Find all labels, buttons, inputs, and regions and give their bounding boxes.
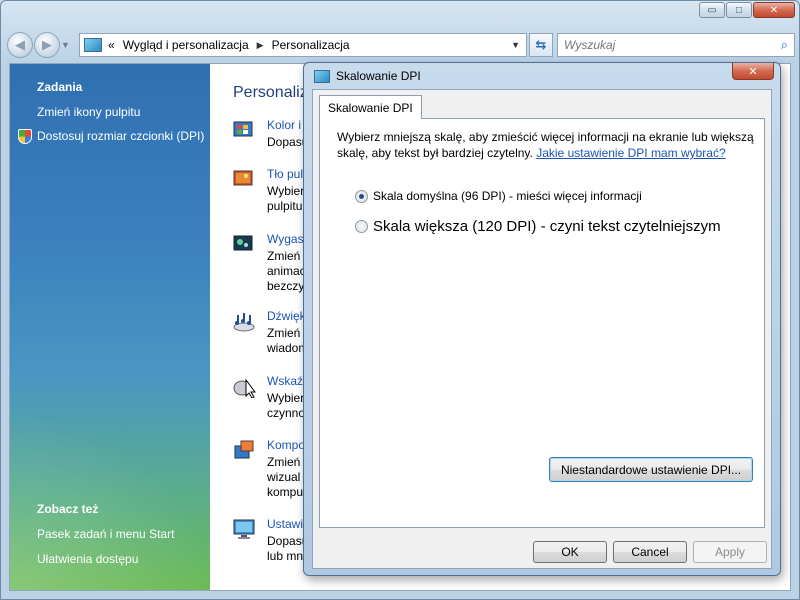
address-dropdown-icon[interactable]: ▼ <box>511 40 520 50</box>
breadcrumb-separator-icon[interactable]: ▶ <box>257 40 264 51</box>
dialog-title-bar: Skalowanie DPI <box>314 69 421 83</box>
item-description: Zmień <box>267 455 301 469</box>
task-adjust-font-size[interactable]: Dostosuj rozmiar czcionki (DPI) <box>37 129 204 143</box>
radio-larger-scale[interactable]: Skala większa (120 DPI) - czyni tekst cz… <box>355 218 721 235</box>
display-icon <box>314 69 330 83</box>
tasks-heading: Zadania <box>37 80 83 94</box>
theme-icon <box>234 440 254 459</box>
cancel-button[interactable]: Cancel <box>613 541 687 563</box>
item-title[interactable]: Kolor i <box>267 118 301 132</box>
minimize-button[interactable]: ▭ <box>699 2 725 18</box>
item-description: Wybier <box>267 391 305 405</box>
desktop-background-icon <box>233 170 253 186</box>
search-icon[interactable]: ⌕ <box>781 37 788 53</box>
breadcrumb-appearance[interactable]: Wygląd i personalizacja <box>123 38 249 52</box>
sounds-icon <box>233 313 255 332</box>
item-description: wizual <box>267 470 301 484</box>
link-taskbar-start-menu[interactable]: Pasek zadań i menu Start <box>37 527 174 541</box>
dpi-scaling-dialog: Skalowanie DPI ✕ Skalowanie DPI Wybierz … <box>303 62 781 576</box>
item-description: animac <box>267 264 306 278</box>
dialog-body: Skalowanie DPI Wybierz mniejszą skalę, a… <box>312 89 772 569</box>
item-description: Wybier <box>267 184 305 198</box>
control-panel-icon <box>84 38 102 52</box>
dpi-description: Wybierz mniejszą skalę, aby zmieścić wię… <box>337 129 757 161</box>
item-description: czynno <box>267 406 306 420</box>
apply-button[interactable]: Apply <box>693 541 767 563</box>
search-box[interactable]: ⌕ <box>557 33 795 57</box>
breadcrumb-overflow[interactable]: « <box>108 38 115 52</box>
item-title[interactable]: Kompo <box>267 438 305 452</box>
shield-icon <box>18 129 32 144</box>
recent-pages-dropdown[interactable]: ▼ <box>61 40 73 50</box>
item-description: pulpitu <box>267 199 303 213</box>
custom-dpi-button[interactable]: Niestandardowe ustawienie DPI... <box>549 457 753 482</box>
item-title[interactable]: Ustawi <box>267 517 303 531</box>
task-pane: Zadania Zmień ikony pulpitu Dostosuj roz… <box>10 64 210 590</box>
see-also-heading: Zobacz też <box>37 502 99 516</box>
item-description: lub mn <box>267 549 304 563</box>
color-palette-icon <box>233 121 253 137</box>
dialog-close-button[interactable]: ✕ <box>732 63 774 80</box>
mouse-pointer-icon <box>233 378 256 398</box>
radio-larger-scale-label[interactable]: Skala większa (120 DPI) - czyni tekst cz… <box>373 218 721 235</box>
back-button[interactable]: ◀ <box>7 32 33 58</box>
item-title[interactable]: Dźwięk <box>267 309 306 323</box>
dpi-help-link[interactable]: Jakie ustawienie DPI mam wybrać? <box>536 146 725 160</box>
maximize-button[interactable]: □ <box>726 2 752 18</box>
close-button[interactable]: ✕ <box>753 2 795 18</box>
task-change-desktop-icons[interactable]: Zmień ikony pulpitu <box>37 105 140 119</box>
ok-button[interactable]: OK <box>533 541 607 563</box>
display-settings-icon <box>233 519 255 539</box>
item-description: Zmień <box>267 249 301 263</box>
dialog-title: Skalowanie DPI <box>336 69 421 83</box>
navigation-bar: ◀ ▶ ▼ « Wygląd i personalizacja ▶ Person… <box>7 29 795 61</box>
radio-default-scale-indicator[interactable] <box>355 189 368 203</box>
search-input[interactable] <box>564 38 764 52</box>
radio-default-scale[interactable]: Skala domyślna (96 DPI) - mieści więcej … <box>355 189 642 203</box>
forward-button[interactable]: ▶ <box>34 32 60 58</box>
window-caption-buttons: ▭ □ ✕ <box>698 2 795 18</box>
tab-panel: Wybierz mniejszą skalę, aby zmieścić wię… <box>319 118 765 528</box>
tab-dpi-scaling[interactable]: Skalowanie DPI <box>319 95 422 119</box>
refresh-button[interactable]: ⇆ <box>529 33 553 57</box>
radio-default-scale-label[interactable]: Skala domyślna (96 DPI) - mieści więcej … <box>373 189 642 203</box>
breadcrumb-personalization[interactable]: Personalizacja <box>272 38 350 52</box>
screensaver-icon <box>233 235 253 251</box>
link-ease-of-access[interactable]: Ułatwienia dostępu <box>37 552 138 566</box>
address-bar[interactable]: « Wygląd i personalizacja ▶ Personalizac… <box>79 33 527 57</box>
page-title: Personaliz <box>233 84 308 101</box>
item-description: Zmień <box>267 326 301 340</box>
radio-larger-scale-indicator[interactable] <box>355 220 368 233</box>
item-description: kompu <box>267 485 304 499</box>
